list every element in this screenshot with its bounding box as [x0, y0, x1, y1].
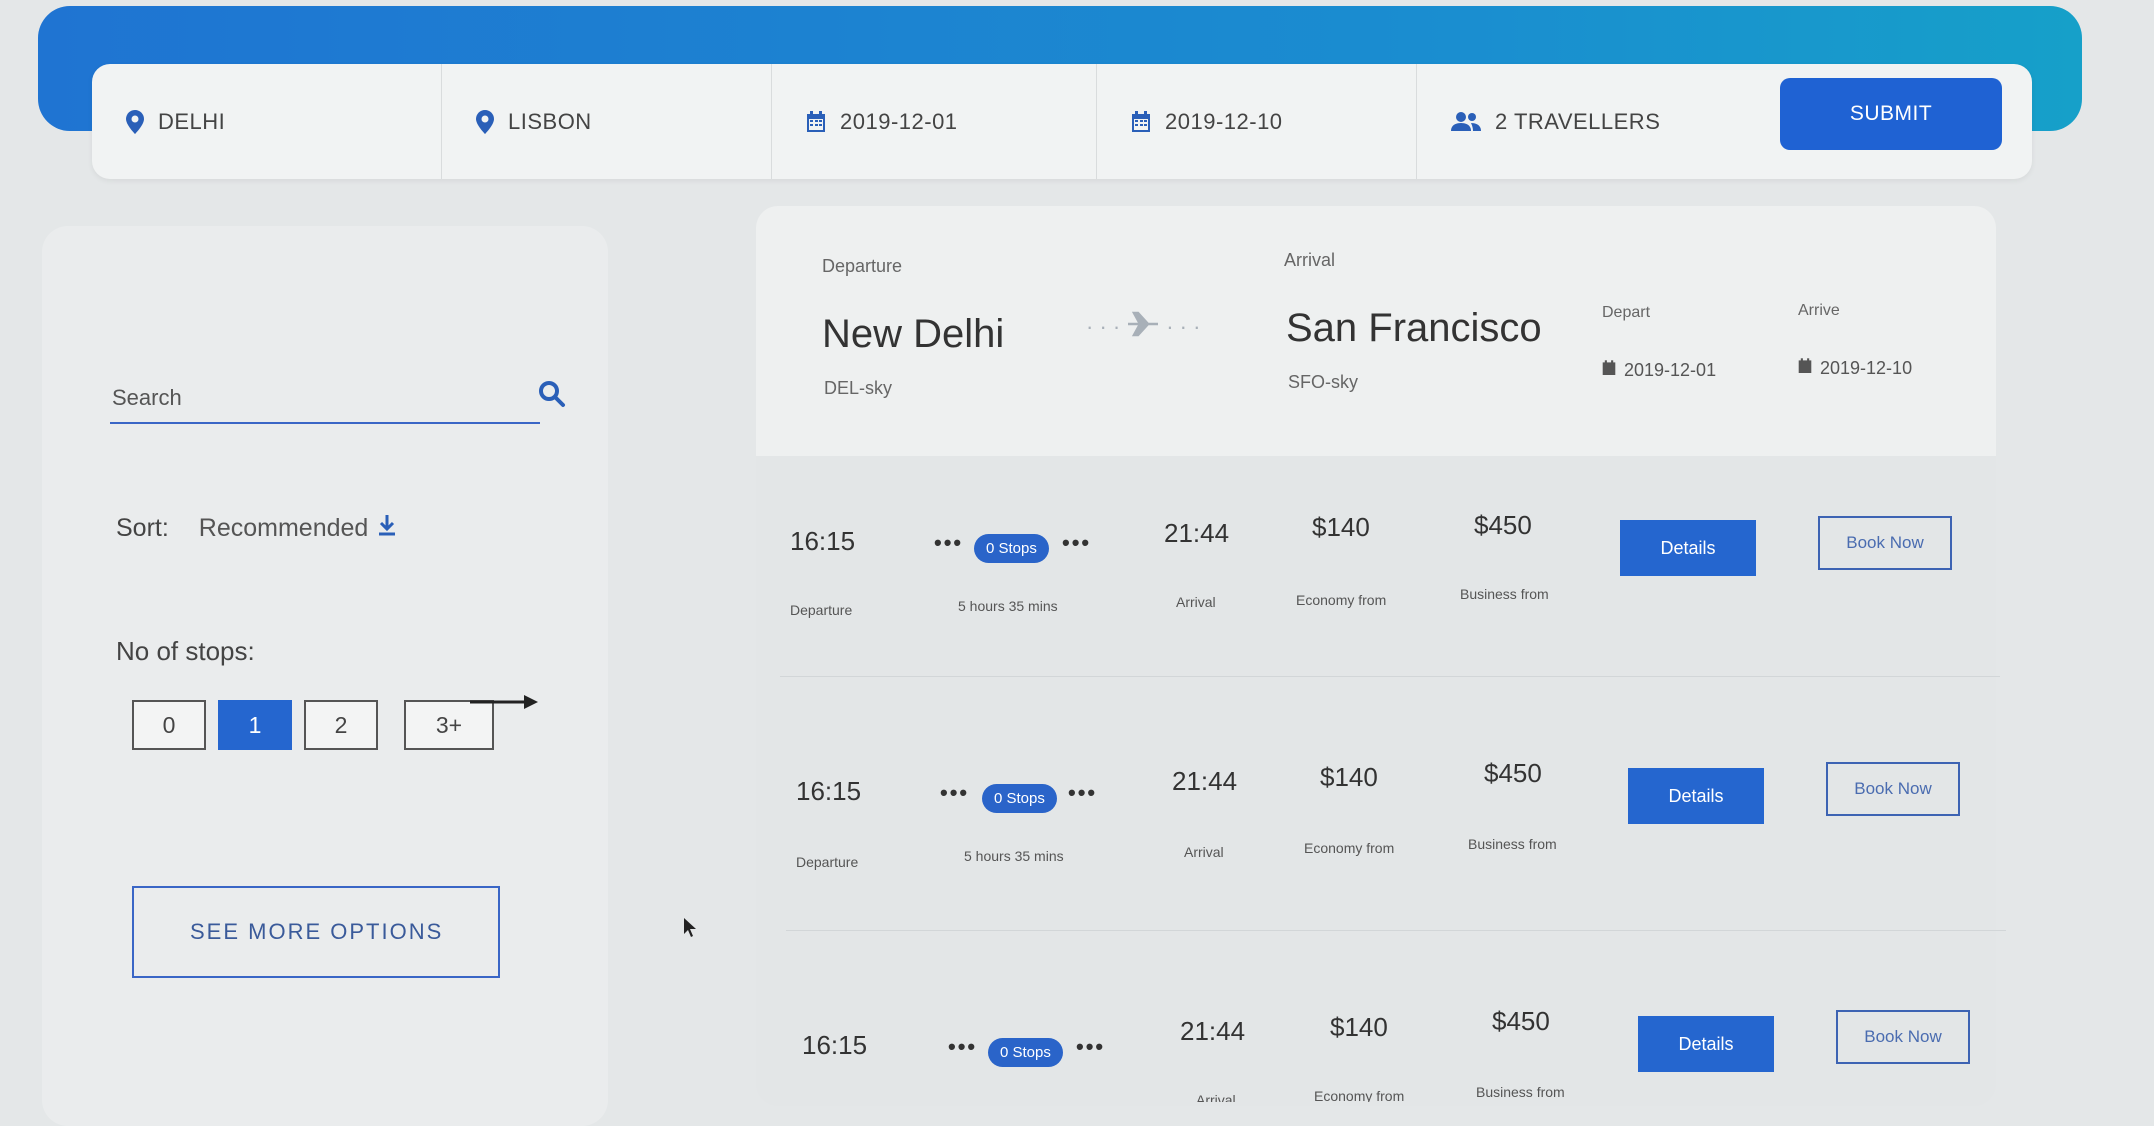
- details-button[interactable]: Details: [1638, 1016, 1774, 1072]
- business-label: Business from: [1476, 1084, 1565, 1100]
- departure-code: DEL-sky: [824, 378, 893, 398]
- economy-price: $140: [1312, 512, 1370, 542]
- submit-button[interactable]: SUBMIT: [1780, 78, 2002, 150]
- depart-date-value: 2019-12-01: [840, 108, 958, 134]
- stops-option-1[interactable]: 1: [218, 700, 292, 750]
- stops-badge: 0 Stops: [988, 1038, 1063, 1067]
- return-date-field[interactable]: 2019-12-10: [1097, 64, 1417, 179]
- sort-value: Recommended: [198, 514, 369, 542]
- flight-search-bar: DELHI LISBON 2019-12-01 2019-12-10 2 TRA…: [92, 64, 2032, 179]
- departure-time: 16:15: [802, 1030, 868, 1060]
- to-value: LISBON: [508, 108, 592, 134]
- arrival-code: SFO-sky: [1288, 372, 1358, 392]
- depart-heading: Depart: [1602, 304, 1651, 321]
- arrive-heading: Arrive: [1798, 302, 1840, 319]
- to-field[interactable]: LISBON: [442, 64, 772, 179]
- business-label: Business from: [1468, 836, 1557, 852]
- users-icon: [1451, 111, 1481, 133]
- details-button[interactable]: Details: [1620, 520, 1756, 576]
- depart-date-field[interactable]: 2019-12-01: [772, 64, 1097, 179]
- economy-label: Economy from: [1304, 840, 1395, 856]
- travellers-value: 2 TRAVELLERS: [1495, 108, 1661, 134]
- flight-path: · · · · · ·: [1086, 311, 1200, 343]
- economy-label: Economy from: [1296, 592, 1387, 608]
- book-now-button[interactable]: Book Now: [1826, 762, 1960, 816]
- results-panel: Departure New Delhi DEL-sky · · · · · · …: [756, 206, 1996, 1106]
- departure-time: 16:15: [790, 526, 856, 556]
- row-divider: [780, 676, 2000, 677]
- dotted-line: · · ·: [1086, 314, 1121, 339]
- departure-label: Departure: [790, 602, 853, 618]
- route-summary: Departure New Delhi DEL-sky · · · · · · …: [756, 206, 1996, 456]
- from-value: DELHI: [158, 108, 226, 134]
- sort-label: Sort:: [116, 514, 169, 542]
- search-icon[interactable]: [538, 380, 566, 413]
- from-field[interactable]: DELHI: [92, 64, 442, 179]
- stops-filter: 0 1 2 3+: [132, 700, 494, 750]
- arrival-time: 21:44: [1164, 518, 1230, 548]
- dots-icon: •••: [934, 530, 964, 555]
- dots-icon: •••: [1076, 1034, 1106, 1059]
- dotted-line: · · ·: [1166, 314, 1201, 339]
- departure-label: Departure: [796, 854, 859, 870]
- mouse-cursor-icon: [684, 918, 698, 943]
- book-now-button[interactable]: Book Now: [1818, 516, 1952, 570]
- see-more-options-button[interactable]: SEE MORE OPTIONS: [132, 886, 500, 978]
- dots-icon: •••: [1062, 530, 1092, 555]
- dots-icon: •••: [940, 780, 970, 805]
- depart-date-value: 2019-12-01: [1624, 360, 1717, 380]
- book-now-button[interactable]: Book Now: [1836, 1010, 1970, 1064]
- dots-icon: •••: [948, 1034, 978, 1059]
- business-price: $450: [1484, 758, 1542, 788]
- duration: 5 hours 35 mins: [958, 598, 1058, 614]
- business-label: Business from: [1460, 586, 1549, 602]
- arrival-city: San Francisco: [1286, 306, 1542, 350]
- arrival-label: Arrival: [1196, 1092, 1236, 1102]
- stops-label: No of stops:: [116, 636, 255, 666]
- calendar-icon: [1798, 358, 1812, 379]
- stops-option-0[interactable]: 0: [132, 700, 206, 750]
- economy-label: Economy from: [1314, 1088, 1405, 1102]
- search-field: [110, 374, 565, 424]
- departure-heading: Departure: [822, 256, 903, 276]
- filters-panel: Sort: Recommended No of stops: 0 1 2 3+ …: [42, 226, 608, 1126]
- arrive-date: 2019-12-10: [1798, 358, 1912, 379]
- calendar-icon: [1602, 360, 1616, 381]
- stops-badge: 0 Stops: [982, 784, 1057, 813]
- depart-date: 2019-12-01: [1602, 360, 1716, 381]
- airplane-icon: [1126, 311, 1160, 343]
- row-divider: [786, 930, 2006, 931]
- departure-time: 16:15: [796, 776, 862, 806]
- travellers-field[interactable]: 2 TRAVELLERS: [1417, 64, 1757, 179]
- calendar-icon: [806, 110, 826, 133]
- stops-option-2[interactable]: 2: [304, 700, 378, 750]
- sort-download-icon: [378, 514, 396, 543]
- business-price: $450: [1492, 1006, 1550, 1036]
- business-price: $450: [1474, 510, 1532, 540]
- stops-badge: 0 Stops: [974, 534, 1049, 563]
- arrival-time: 21:44: [1172, 766, 1238, 796]
- details-button[interactable]: Details: [1628, 768, 1764, 824]
- return-date-value: 2019-12-10: [1165, 108, 1283, 134]
- calendar-icon: [1131, 110, 1151, 133]
- departure-city: New Delhi: [822, 312, 1005, 356]
- arrival-label: Arrival: [1176, 594, 1216, 610]
- arrow-right-icon: [470, 690, 538, 719]
- economy-price: $140: [1320, 762, 1378, 792]
- duration: 5 hours 35 mins: [964, 848, 1064, 864]
- economy-price: $140: [1330, 1012, 1388, 1042]
- sort-control: Sort: Recommended: [116, 514, 396, 543]
- location-pin-icon: [476, 109, 494, 134]
- location-pin-icon: [126, 109, 144, 134]
- sort-dropdown[interactable]: Recommended: [199, 514, 397, 543]
- arrival-time: 21:44: [1180, 1016, 1246, 1046]
- dots-icon: •••: [1068, 780, 1098, 805]
- arrival-heading: Arrival: [1284, 250, 1336, 270]
- search-input[interactable]: [110, 380, 454, 416]
- arrival-label: Arrival: [1184, 844, 1224, 860]
- arrive-date-value: 2019-12-10: [1820, 358, 1913, 378]
